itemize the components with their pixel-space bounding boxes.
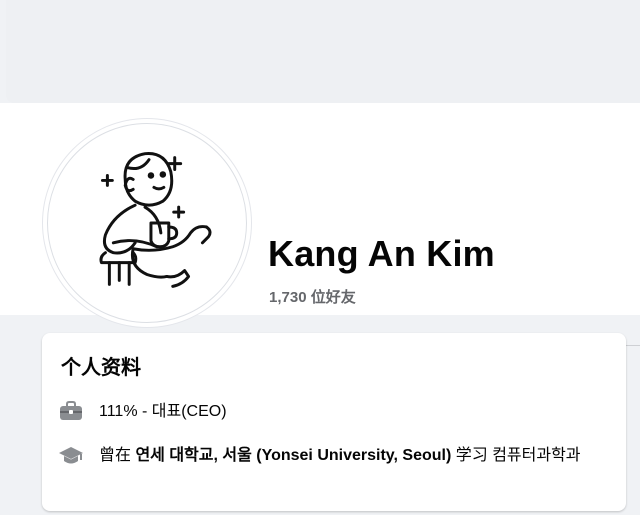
education-suffix: 学习 컴퓨터과학과 <box>451 447 581 464</box>
cartoon-man-with-mug-icon <box>99 152 212 288</box>
work-row: 111% - 대표(CEO) <box>58 400 227 424</box>
work-text[interactable]: 111% - 대표(CEO) <box>99 400 227 424</box>
cover-photo[interactable] <box>6 0 640 103</box>
education-text: 曾在 연세 대학교, 서울 (Yonsei University, Seoul)… <box>99 444 581 468</box>
profile-header: Kang An Kim 1,730 位好友 帖子 简介 好友 照片 视频 <box>0 103 640 418</box>
education-row: 曾在 연세 대학교, 서울 (Yonsei University, Seoul)… <box>58 444 614 468</box>
profile-avatar[interactable] <box>47 123 247 323</box>
school-link[interactable]: 연세 대학교, 서울 (Yonsei University, Seoul) <box>135 447 451 464</box>
graduation-cap-icon <box>58 444 84 466</box>
education-prefix: 曾在 <box>99 447 136 464</box>
profile-name: Kang An Kim <box>268 233 495 274</box>
briefcase-icon <box>58 400 84 422</box>
friend-count[interactable]: 1,730 位好友 <box>269 286 356 307</box>
intro-card: 个人资料 111% - 대표(CEO) 曾在 연세 대학교, 서울 (Yonse… <box>42 333 626 511</box>
intro-title: 个人资料 <box>61 357 141 379</box>
